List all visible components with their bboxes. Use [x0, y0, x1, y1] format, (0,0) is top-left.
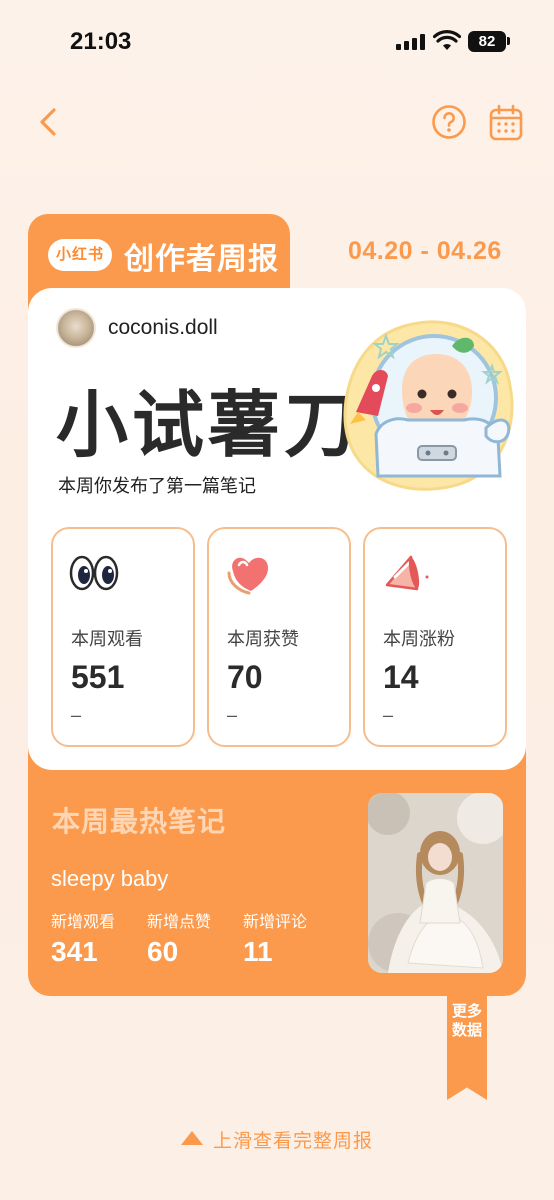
- triangle-up-icon: [180, 1130, 203, 1145]
- stat-value: 551: [71, 659, 125, 695]
- hot-note-thumbnail[interactable]: [368, 793, 503, 973]
- hot-metric-label: 新增观看: [51, 914, 116, 931]
- stat-label: 本周观看: [71, 629, 143, 649]
- status-bar: 21:03 82: [0, 0, 554, 84]
- hot-metric-value: 11: [243, 936, 273, 967]
- mascot-illustration: [343, 320, 514, 491]
- username: coconis.doll: [108, 316, 218, 339]
- stat-value: 14: [383, 659, 419, 695]
- level-title: 小试薯刀: [56, 386, 361, 466]
- calendar-icon[interactable]: [488, 104, 524, 142]
- eyes-icon: [69, 555, 119, 591]
- stat-value: 70: [227, 659, 263, 695]
- status-time: 21:03: [70, 28, 132, 55]
- stat-delta: –: [71, 705, 82, 725]
- swipe-up-hint[interactable]: 上滑查看完整周报: [0, 1126, 554, 1153]
- swipe-hint-text: 上滑查看完整周报: [212, 1131, 373, 1152]
- battery-tip: [507, 37, 510, 45]
- back-chevron-icon[interactable]: [32, 104, 68, 140]
- more-data-ribbon[interactable]: 更多数据: [447, 996, 487, 1100]
- signal-icon: [396, 34, 426, 50]
- stat-delta: –: [383, 705, 394, 725]
- battery-icon: 82: [468, 31, 506, 52]
- heart-like-icon: [227, 557, 269, 595]
- avatar[interactable]: [56, 308, 96, 348]
- stat-delta: –: [227, 705, 238, 725]
- date-range[interactable]: 04.20 - 04.26: [348, 237, 502, 266]
- report-title: 创作者周报: [124, 243, 279, 276]
- level-subtitle: 本周你发布了第一篇笔记: [58, 476, 256, 496]
- hot-metric-label: 新增点赞: [147, 914, 212, 931]
- help-circle-icon[interactable]: [431, 104, 467, 140]
- more-data-label: 更多数据: [451, 1003, 482, 1039]
- hot-note-title[interactable]: sleepy baby: [51, 866, 168, 892]
- brand-logo: 小红书: [48, 239, 112, 271]
- stat-card-views[interactable]: 本周观看 551 –: [51, 527, 195, 747]
- megaphone-icon: [385, 555, 429, 591]
- hot-metric-label: 新增评论: [243, 914, 308, 931]
- hot-metric-value: 341: [51, 936, 98, 967]
- stat-card-followers[interactable]: 本周涨粉 14 –: [363, 527, 507, 747]
- hot-metric-value: 60: [147, 936, 179, 967]
- wifi-icon: [433, 30, 461, 50]
- hot-note-section-title: 本周最热笔记: [52, 806, 227, 837]
- stat-label: 本周获赞: [227, 629, 299, 649]
- stat-label: 本周涨粉: [383, 629, 455, 649]
- stat-card-likes[interactable]: 本周获赞 70 –: [207, 527, 351, 747]
